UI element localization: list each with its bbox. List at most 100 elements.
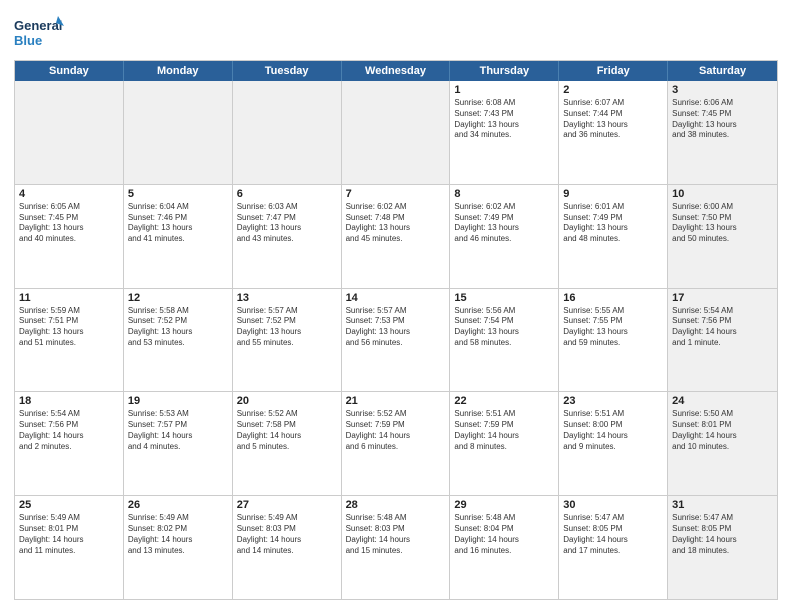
day-number: 24 (672, 395, 773, 407)
day-info: Sunrise: 5:56 AM Sunset: 7:54 PM Dayligh… (454, 306, 554, 349)
calendar-day-3: 3 Sunrise: 6:06 AM Sunset: 7:45 PM Daylig… (668, 81, 777, 184)
calendar-week-1: 1 Sunrise: 6:08 AM Sunset: 7:43 PM Daylig… (15, 81, 777, 185)
day-info: Sunrise: 6:02 AM Sunset: 7:49 PM Dayligh… (454, 202, 554, 245)
svg-text:Blue: Blue (14, 33, 42, 48)
day-number: 1 (454, 84, 554, 96)
calendar-day-7: 7 Sunrise: 6:02 AM Sunset: 7:48 PM Daylig… (342, 185, 451, 288)
calendar-day-16: 16Sunrise: 5:55 AM Sunset: 7:55 PM Dayli… (559, 289, 668, 392)
day-number: 13 (237, 292, 337, 304)
day-number: 14 (346, 292, 446, 304)
day-info: Sunrise: 6:08 AM Sunset: 7:43 PM Dayligh… (454, 98, 554, 141)
day-info: Sunrise: 5:48 AM Sunset: 8:03 PM Dayligh… (346, 513, 446, 556)
calendar-day-18: 18 Sunrise: 5:54 AM Sunset: 7:56 PM Dayli… (15, 392, 124, 495)
calendar-day-4: 4 Sunrise: 6:05 AM Sunset: 7:45 PM Daylig… (15, 185, 124, 288)
calendar-day-12: 12Sunrise: 5:58 AM Sunset: 7:52 PM Dayli… (124, 289, 233, 392)
calendar-day-2: 2 Sunrise: 6:07 AM Sunset: 7:44 PM Daylig… (559, 81, 668, 184)
day-number: 5 (128, 188, 228, 200)
calendar-week-3: 11 Sunrise: 5:59 AM Sunset: 7:51 PM Dayli… (15, 289, 777, 393)
day-info: Sunrise: 5:57 AM Sunset: 7:52 PM Dayligh… (237, 306, 337, 349)
day-info: Sunrise: 5:51 AM Sunset: 8:00 PM Dayligh… (563, 409, 663, 452)
day-info: Sunrise: 5:53 AM Sunset: 7:57 PM Dayligh… (128, 409, 228, 452)
day-number: 9 (563, 188, 663, 200)
day-number: 11 (19, 292, 119, 304)
day-info: Sunrise: 5:48 AM Sunset: 8:04 PM Dayligh… (454, 513, 554, 556)
header-day-saturday: Saturday (668, 61, 777, 81)
calendar-week-5: 25 Sunrise: 5:49 AM Sunset: 8:01 PM Dayli… (15, 496, 777, 599)
day-number: 19 (128, 395, 228, 407)
calendar-empty-cell (15, 81, 124, 184)
header-day-sunday: Sunday (15, 61, 124, 81)
svg-text:General: General (14, 18, 62, 33)
calendar-day-24: 24 Sunrise: 5:50 AM Sunset: 8:01 PM Dayli… (668, 392, 777, 495)
calendar-day-9: 9 Sunrise: 6:01 AM Sunset: 7:49 PM Daylig… (559, 185, 668, 288)
day-info: Sunrise: 5:52 AM Sunset: 7:59 PM Dayligh… (346, 409, 446, 452)
calendar-empty-cell (342, 81, 451, 184)
calendar-day-15: 15Sunrise: 5:56 AM Sunset: 7:54 PM Dayli… (450, 289, 559, 392)
day-number: 28 (346, 499, 446, 511)
day-info: Sunrise: 5:59 AM Sunset: 7:51 PM Dayligh… (19, 306, 119, 349)
day-info: Sunrise: 5:49 AM Sunset: 8:03 PM Dayligh… (237, 513, 337, 556)
calendar-header: SundayMondayTuesdayWednesdayThursdayFrid… (15, 61, 777, 81)
day-info: Sunrise: 6:07 AM Sunset: 7:44 PM Dayligh… (563, 98, 663, 141)
day-number: 31 (672, 499, 773, 511)
day-info: Sunrise: 6:00 AM Sunset: 7:50 PM Dayligh… (672, 202, 773, 245)
day-info: Sunrise: 5:54 AM Sunset: 7:56 PM Dayligh… (672, 306, 773, 349)
calendar-week-2: 4 Sunrise: 6:05 AM Sunset: 7:45 PM Daylig… (15, 185, 777, 289)
day-number: 18 (19, 395, 119, 407)
logo-svg: General Blue (14, 12, 64, 52)
calendar-empty-cell (124, 81, 233, 184)
day-info: Sunrise: 5:47 AM Sunset: 8:05 PM Dayligh… (672, 513, 773, 556)
day-info: Sunrise: 5:55 AM Sunset: 7:55 PM Dayligh… (563, 306, 663, 349)
day-info: Sunrise: 5:52 AM Sunset: 7:58 PM Dayligh… (237, 409, 337, 452)
calendar-day-29: 29 Sunrise: 5:48 AM Sunset: 8:04 PM Dayli… (450, 496, 559, 599)
day-number: 2 (563, 84, 663, 96)
day-number: 30 (563, 499, 663, 511)
day-info: Sunrise: 5:49 AM Sunset: 8:01 PM Dayligh… (19, 513, 119, 556)
calendar-body: 1 Sunrise: 6:08 AM Sunset: 7:43 PM Daylig… (15, 81, 777, 599)
header-day-tuesday: Tuesday (233, 61, 342, 81)
calendar-day-8: 8 Sunrise: 6:02 AM Sunset: 7:49 PM Daylig… (450, 185, 559, 288)
calendar-day-14: 14Sunrise: 5:57 AM Sunset: 7:53 PM Dayli… (342, 289, 451, 392)
day-info: Sunrise: 6:03 AM Sunset: 7:47 PM Dayligh… (237, 202, 337, 245)
day-info: Sunrise: 6:01 AM Sunset: 7:49 PM Dayligh… (563, 202, 663, 245)
day-number: 17 (672, 292, 773, 304)
header-day-wednesday: Wednesday (342, 61, 451, 81)
day-info: Sunrise: 5:51 AM Sunset: 7:59 PM Dayligh… (454, 409, 554, 452)
day-number: 10 (672, 188, 773, 200)
day-number: 20 (237, 395, 337, 407)
day-info: Sunrise: 6:05 AM Sunset: 7:45 PM Dayligh… (19, 202, 119, 245)
calendar-day-28: 28 Sunrise: 5:48 AM Sunset: 8:03 PM Dayli… (342, 496, 451, 599)
header-day-friday: Friday (559, 61, 668, 81)
calendar-day-26: 26 Sunrise: 5:49 AM Sunset: 8:02 PM Dayli… (124, 496, 233, 599)
day-number: 4 (19, 188, 119, 200)
calendar-week-4: 18 Sunrise: 5:54 AM Sunset: 7:56 PM Dayli… (15, 392, 777, 496)
calendar-day-6: 6Sunrise: 6:03 AM Sunset: 7:47 PM Daylig… (233, 185, 342, 288)
day-number: 29 (454, 499, 554, 511)
day-info: Sunrise: 6:04 AM Sunset: 7:46 PM Dayligh… (128, 202, 228, 245)
day-number: 26 (128, 499, 228, 511)
header-day-thursday: Thursday (450, 61, 559, 81)
day-number: 3 (672, 84, 773, 96)
page: General Blue SundayMondayTuesdayWednesda… (0, 0, 792, 612)
day-info: Sunrise: 5:54 AM Sunset: 7:56 PM Dayligh… (19, 409, 119, 452)
calendar: SundayMondayTuesdayWednesdayThursdayFrid… (14, 60, 778, 600)
day-number: 7 (346, 188, 446, 200)
calendar-day-19: 19 Sunrise: 5:53 AM Sunset: 7:57 PM Dayli… (124, 392, 233, 495)
calendar-day-27: 27Sunrise: 5:49 AM Sunset: 8:03 PM Dayli… (233, 496, 342, 599)
day-info: Sunrise: 5:58 AM Sunset: 7:52 PM Dayligh… (128, 306, 228, 349)
calendar-day-5: 5 Sunrise: 6:04 AM Sunset: 7:46 PM Daylig… (124, 185, 233, 288)
day-info: Sunrise: 5:50 AM Sunset: 8:01 PM Dayligh… (672, 409, 773, 452)
calendar-empty-cell (233, 81, 342, 184)
calendar-day-20: 20 Sunrise: 5:52 AM Sunset: 7:58 PM Dayli… (233, 392, 342, 495)
day-info: Sunrise: 6:02 AM Sunset: 7:48 PM Dayligh… (346, 202, 446, 245)
day-info: Sunrise: 6:06 AM Sunset: 7:45 PM Dayligh… (672, 98, 773, 141)
day-info: Sunrise: 5:49 AM Sunset: 8:02 PM Dayligh… (128, 513, 228, 556)
day-info: Sunrise: 5:47 AM Sunset: 8:05 PM Dayligh… (563, 513, 663, 556)
day-number: 25 (19, 499, 119, 511)
header: General Blue (14, 12, 778, 52)
calendar-day-17: 17 Sunrise: 5:54 AM Sunset: 7:56 PM Dayli… (668, 289, 777, 392)
calendar-day-13: 13 Sunrise: 5:57 AM Sunset: 7:52 PM Dayli… (233, 289, 342, 392)
calendar-day-30: 30 Sunrise: 5:47 AM Sunset: 8:05 PM Dayli… (559, 496, 668, 599)
day-number: 8 (454, 188, 554, 200)
day-number: 22 (454, 395, 554, 407)
